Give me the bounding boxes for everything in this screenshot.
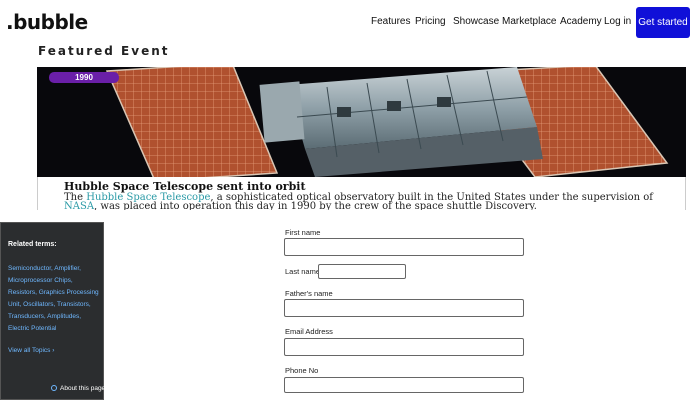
nav-link-marketplace[interactable]: Marketplace xyxy=(502,16,556,27)
get-started-button[interactable]: Get started xyxy=(636,7,690,38)
phone-input[interactable] xyxy=(284,377,524,393)
bubble-logo[interactable]: .bubble xyxy=(6,10,88,34)
view-all-topics-link[interactable]: View all Topics › xyxy=(8,347,54,354)
first-name-label: First name xyxy=(285,228,321,237)
featured-event-card[interactable]: 1990 Hubble Space Telescope sent into or… xyxy=(37,67,686,210)
nav-link-showcase[interactable]: Showcase xyxy=(453,16,499,27)
nav-link-features[interactable]: Features xyxy=(371,16,410,27)
related-terms-list[interactable]: Semiconductor, Amplifier, Microprocessor… xyxy=(8,263,100,335)
email-input[interactable] xyxy=(284,338,524,356)
about-label: About this page xyxy=(60,385,106,392)
chevron-right-icon: › xyxy=(52,347,55,354)
nav-link-pricing[interactable]: Pricing xyxy=(415,16,446,27)
desc-text: , was placed into operation this day in … xyxy=(94,201,537,211)
info-icon xyxy=(51,385,57,392)
featured-event-heading: Featured Event xyxy=(38,44,170,58)
top-nav: .bubble Features Pricing Showcase Market… xyxy=(0,0,700,46)
related-terms-heading: Related terms: xyxy=(8,241,57,248)
about-this-page-link[interactable]: About this page xyxy=(51,385,105,392)
event-description: The Hubble Space Telescope, a sophistica… xyxy=(64,193,664,211)
last-name-input[interactable] xyxy=(318,264,406,279)
nasa-link[interactable]: NASA xyxy=(64,201,94,211)
hubble-illustration xyxy=(37,67,686,177)
fathers-name-input[interactable] xyxy=(284,299,524,317)
first-name-input[interactable] xyxy=(284,238,524,256)
year-badge: 1990 xyxy=(49,72,119,83)
event-details: Hubble Space Telescope sent into orbit T… xyxy=(37,177,686,210)
fathers-name-label: Father's name xyxy=(285,289,333,298)
nav-link-academy[interactable]: Academy xyxy=(560,16,602,27)
email-label: Email Address xyxy=(285,327,333,336)
last-name-label: Last name xyxy=(285,267,321,276)
related-terms-panel: Related terms: Semiconductor, Amplifier,… xyxy=(0,222,105,400)
hubble-telescope-image: 1990 xyxy=(37,67,686,177)
login-link[interactable]: Log in xyxy=(604,16,631,27)
view-all-label: View all Topics xyxy=(8,347,51,354)
phone-label: Phone No xyxy=(285,366,319,375)
